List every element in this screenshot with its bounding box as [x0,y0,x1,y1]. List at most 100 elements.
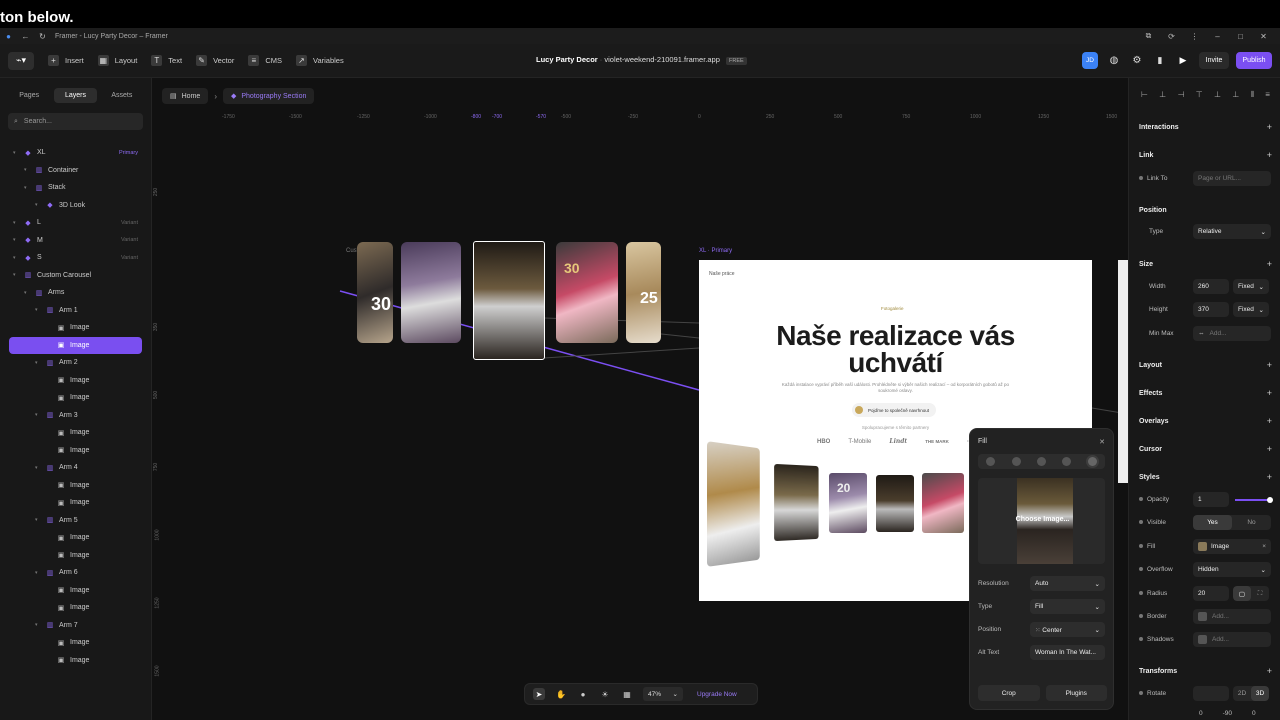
visible-yes-option[interactable]: Yes [1193,515,1232,530]
framer-logo-menu[interactable]: ⌁▾ [8,51,34,70]
layer-row[interactable]: ▣ Image [9,389,142,407]
back-arrow-icon[interactable]: ← [21,32,30,41]
align-center-h-icon[interactable]: ⊥ [1159,90,1166,100]
layer-row[interactable]: ▾ ◆ L Variant [9,214,142,232]
globe-icon[interactable]: ◍ [1107,52,1121,69]
layer-row[interactable]: ▾ ▥ Arm 2 [9,354,142,372]
chevron-icon[interactable]: ▾ [24,185,32,191]
layer-row[interactable]: ▣ Image [9,599,142,617]
close-icon[interactable]: ✕ [1099,438,1105,446]
layer-row[interactable]: ▾ ▥ Arm 1 [9,302,142,320]
cms-button[interactable]: ≡ CMS [248,55,282,66]
chevron-icon[interactable]: ▾ [13,220,21,226]
align-top-icon[interactable]: ⊤ [1196,90,1203,100]
carousel-photo-3-selected[interactable] [473,241,545,360]
plugins-button[interactable]: Plugins [1045,685,1107,701]
tab-assets[interactable]: Assets [101,88,143,103]
mode-2d-option[interactable]: 2D [1233,686,1251,701]
layer-row[interactable]: ▾ ◆ S Variant [9,249,142,267]
shadows-input[interactable]: Add... [1193,632,1271,647]
opacity-input[interactable]: 1 [1193,492,1229,507]
layer-row[interactable]: ▾ ▥ Arm 5 [9,512,142,530]
variables-button[interactable]: ↗ Variables [296,55,344,66]
styles-section[interactable]: Styles + [1139,473,1272,482]
plus-icon[interactable]: + [1267,123,1272,132]
rotate-y-input[interactable]: -90 [1223,710,1232,717]
theme-icon[interactable]: ☀ [599,688,611,700]
layer-row[interactable]: ▾ ▥ Stack [9,179,142,197]
crop-button[interactable]: Crop [978,685,1040,701]
grid-view-icon[interactable]: ▦ [621,688,633,700]
insert-button[interactable]: + Insert [48,55,84,66]
chevron-icon[interactable]: ▾ [35,412,43,418]
text-button[interactable]: T Text [151,55,182,66]
radius-mode-toggle[interactable]: ▢ ⛶ [1233,586,1269,601]
image-type-select[interactable]: Fill ⌄ [1030,599,1105,614]
opacity-slider[interactable] [1235,496,1273,503]
layout-section[interactable]: Layout + [1139,361,1272,370]
rotate-z-input[interactable]: 0 [1252,710,1256,717]
layer-row[interactable]: ▣ Image [9,319,142,337]
plus-icon[interactable]: + [1267,361,1272,370]
tab-layers[interactable]: Layers [54,88,97,103]
xl-frame-label[interactable]: XL · Primary [699,248,732,254]
layer-row[interactable]: ▾ ▥ Arms [9,284,142,302]
layer-row[interactable]: ▾ ▥ Arm 6 [9,564,142,582]
visible-no-option[interactable]: No [1232,515,1271,530]
chevron-icon[interactable]: ▾ [24,167,32,173]
chevron-icon[interactable]: ▾ [13,255,21,261]
overlays-section[interactable]: Overlays + [1139,417,1272,426]
distribute-h-icon[interactable]: ⫴ [1251,90,1254,100]
minimize-icon[interactable]: – [1213,32,1222,41]
radial-gradient-icon[interactable] [1036,457,1046,466]
close-window-icon[interactable]: ✕ [1259,32,1268,41]
layer-row[interactable]: ▣ Image [9,582,142,600]
plus-icon[interactable]: + [1267,151,1272,160]
publish-button[interactable]: Publish [1236,52,1272,69]
chevron-icon[interactable]: ▾ [35,360,43,366]
chevron-icon[interactable]: ▾ [13,237,21,243]
layer-row[interactable]: ▾ ▥ Arm 4 [9,459,142,477]
mode-3d-option[interactable]: 3D [1251,686,1269,701]
layer-row[interactable]: ▾ ▥ Container [9,162,142,180]
carousel-photo-2[interactable] [401,242,461,343]
layer-row[interactable]: ▣ Image [9,372,142,390]
design-canvas[interactable]: ▤ Home › ◆ Photography Section -1750 -1500-… [152,78,1128,720]
chevron-icon[interactable]: ▾ [35,202,43,208]
chevron-icon[interactable]: ▾ [35,465,43,471]
layers-search-input[interactable]: ⌕ Search... [8,113,143,130]
position-type-select[interactable]: Relative ⌄ [1193,224,1271,239]
invite-button[interactable]: Invite [1199,52,1229,69]
image-fill-icon[interactable] [1087,457,1097,466]
solid-fill-icon[interactable] [986,457,996,466]
layer-row[interactable]: ▣ Image [9,547,142,565]
plus-icon[interactable]: + [1267,445,1272,454]
layer-row[interactable]: ▣ Image [9,494,142,512]
remove-icon[interactable]: × [1262,543,1266,550]
layer-row[interactable]: ▾ ▥ Arm 3 [9,407,142,425]
fill-value-input[interactable]: Image × [1193,539,1271,554]
plus-icon[interactable]: + [1267,667,1272,676]
image-position-select[interactable]: ⁙ Center ⌄ [1030,622,1105,637]
chevron-icon[interactable]: ▾ [13,150,21,156]
plus-icon[interactable]: + [1267,417,1272,426]
chevron-icon[interactable]: ▾ [35,570,43,576]
radius-input[interactable]: 20 [1193,586,1229,601]
analytics-icon[interactable]: ▮ [1153,52,1167,69]
min-max-input[interactable]: ⇔ Add... [1193,326,1271,341]
zoom-select[interactable]: 47% ⌄ [643,687,683,701]
layer-row[interactable]: ▣ Image [9,336,142,354]
layer-row[interactable]: ▣ Image [9,442,142,460]
layer-row[interactable]: ▾ ◆ 3D Look [9,197,142,215]
carousel-photo-5[interactable]: 25 [626,242,661,343]
comment-icon[interactable]: ● [577,688,589,700]
height-mode-select[interactable]: Fixed ⌄ [1233,302,1269,317]
transforms-section[interactable]: Transforms + [1139,667,1272,676]
align-right-icon[interactable]: ⊣ [1178,90,1185,100]
layer-row[interactable]: ▣ Image [9,424,142,442]
layer-row[interactable]: ▣ Image [9,529,142,547]
layout-button[interactable]: ▦ Layout [97,55,137,66]
resolution-select[interactable]: Auto ⌄ [1030,576,1105,591]
chevron-icon[interactable]: ▾ [35,622,43,628]
effects-section[interactable]: Effects + [1139,389,1272,398]
